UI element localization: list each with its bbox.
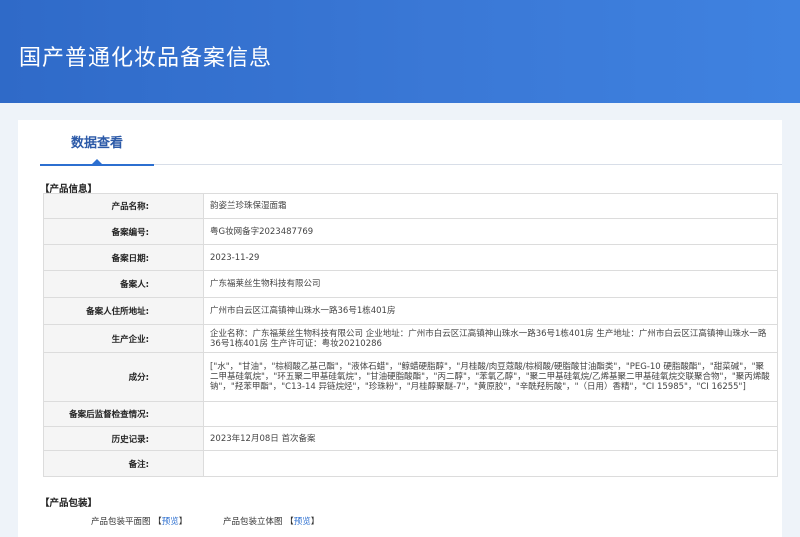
page-title: 国产普通化妆品备案信息 [19,46,273,71]
table-row: 备案人: 广东福莱丝生物科技有限公司 [43,270,778,298]
row-label: 备注: [43,450,204,477]
table-row: 备案日期: 2023-11-29 [43,244,778,271]
table-row: 备案人住所地址: 广州市白云区江高镇神山珠水一路36号1栋401房 [43,297,778,325]
row-label: 历史记录: [43,426,204,451]
row-value: 2023年12月08日 首次备案 [203,426,778,451]
header-banner: 国产普通化妆品备案信息 [0,0,800,103]
table-row: 备案编号: 粤G妆网备字2023487769 [43,218,778,245]
tab-data-view[interactable]: 数据查看 [40,120,154,166]
packaging-section-title: 【产品包装】 [40,498,98,509]
preview-link-flat[interactable]: 预览 [162,517,179,527]
caret-up-icon [92,159,102,164]
packaging-row: 产品包装平面图 【预览】 产品包装立体图 【预览】 [18,515,782,529]
bracket-close: 】 [178,517,188,527]
row-label: 产品名称: [43,193,204,219]
row-value: 韵姿兰珍珠保湿面霜 [203,193,778,219]
row-label: 生产企业: [43,324,204,353]
packaging-item-3d: 产品包装立体图 【预览】 [223,515,319,527]
row-label: 备案人: [43,270,204,298]
row-value: 2023-11-29 [203,244,778,271]
bracket-open: 【 [285,517,294,527]
tab-active-underline [40,164,154,166]
product-info-table: 产品名称: 韵姿兰珍珠保湿面霜 备案编号: 粤G妆网备字2023487769 备… [43,193,778,477]
row-value: 企业名称：广东福莱丝生物科技有限公司 企业地址：广州市白云区江高镇神山珠水一路3… [203,324,778,353]
bracket-open: 【 [153,517,162,527]
row-value: ["水"，"甘油"，"棕榈酸乙基己酯"，"液体石蜡"，"鲸蜡硬脂醇"，"月桂酸/… [203,352,778,402]
row-label: 备案后监督检查情况: [43,401,204,427]
preview-link-3d[interactable]: 预览 [294,517,311,527]
table-row: 产品名称: 韵姿兰珍珠保湿面霜 [43,193,778,219]
table-row: 成分: ["水"，"甘油"，"棕榈酸乙基己酯"，"液体石蜡"，"鲸蜡硬脂醇"，"… [43,352,778,402]
packaging-item-label: 产品包装平面图 [91,517,151,527]
row-label: 备案人住所地址: [43,297,204,325]
tab-bar: 数据查看 [40,120,782,166]
row-label: 备案编号: [43,218,204,245]
table-row: 生产企业: 企业名称：广东福莱丝生物科技有限公司 企业地址：广州市白云区江高镇神… [43,324,778,353]
packaging-item-label: 产品包装立体图 [223,517,283,527]
row-value: 粤G妆网备字2023487769 [203,218,778,245]
row-value [203,450,778,477]
bracket-close: 】 [310,517,320,527]
row-value: 广东福莱丝生物科技有限公司 [203,270,778,298]
row-label: 成分: [43,352,204,402]
row-value: 广州市白云区江高镇神山珠水一路36号1栋401房 [203,297,778,325]
row-label: 备案日期: [43,244,204,271]
row-value [203,401,778,427]
packaging-item-flat: 产品包装平面图 【预览】 [91,515,187,527]
table-row: 历史记录: 2023年12月08日 首次备案 [43,426,778,451]
table-row: 备案后监督检查情况: [43,401,778,427]
content-panel: 数据查看 【产品信息】 产品名称: 韵姿兰珍珠保湿面霜 备案编号: 粤G妆网备字… [18,120,782,537]
table-row: 备注: [43,450,778,477]
